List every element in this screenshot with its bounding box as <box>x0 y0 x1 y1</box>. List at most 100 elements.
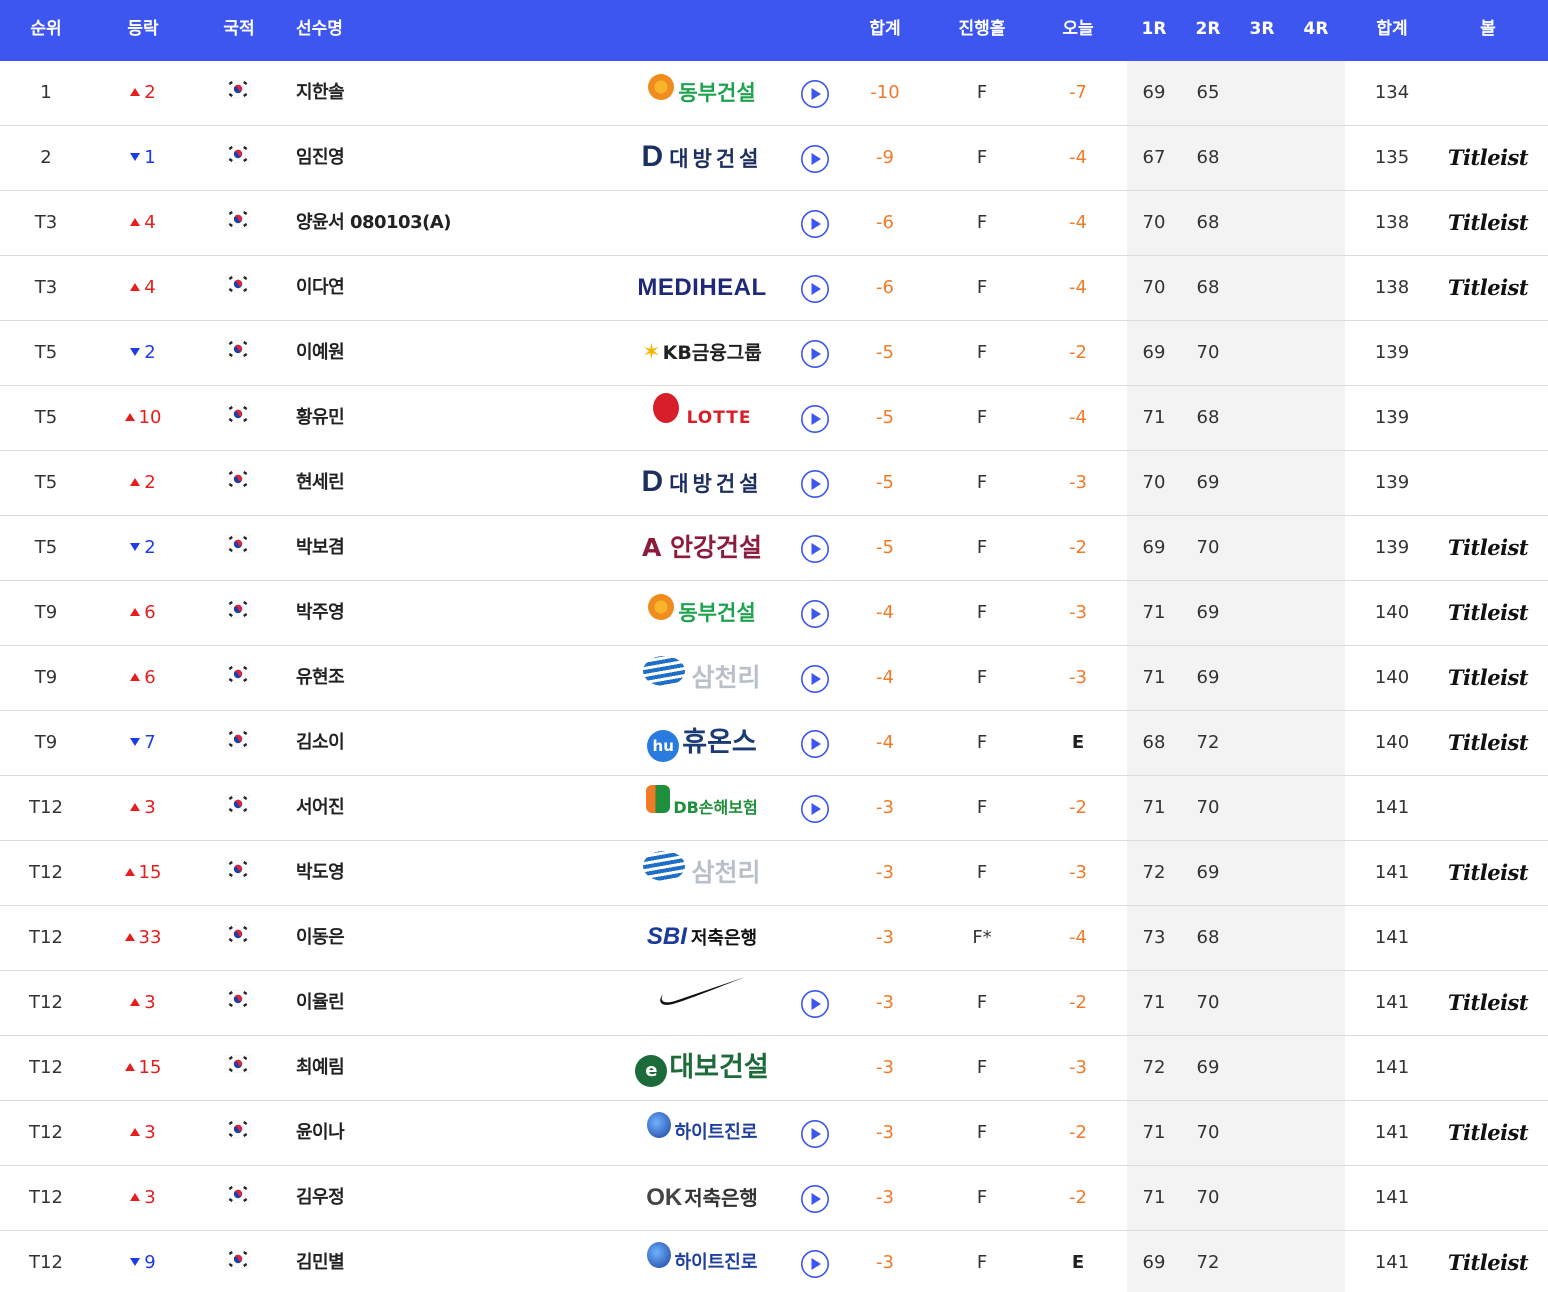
sponsor-logo-orange: 동부건설 <box>612 581 792 645</box>
header-r3[interactable]: 3R <box>1238 0 1286 61</box>
header-r1[interactable]: 1R <box>1130 0 1178 61</box>
play-video-icon[interactable] <box>800 209 830 239</box>
play-video-icon[interactable] <box>800 794 830 824</box>
ball-brand-logo <box>1446 321 1530 385</box>
header-hole[interactable]: 진행홀 <box>942 0 1022 61</box>
player-row[interactable]: T9 6 유현조 삼천리 -4 F -3 71 69 140 Titleist <box>0 646 1548 711</box>
total-strokes: 138 <box>1374 212 1410 233</box>
rank: T3 <box>34 212 58 233</box>
play-video-icon[interactable] <box>800 79 830 109</box>
round-2-score: 68 <box>1196 147 1220 168</box>
today-score: -3 <box>1069 472 1087 493</box>
ball-brand-logo: Titleist <box>1447 860 1529 885</box>
player-row[interactable]: T12 3 김우정 OK 저축은행 -3 F -2 71 70 141 <box>0 1166 1548 1231</box>
rank-change-arrow-icon <box>130 88 141 96</box>
player-name[interactable]: 김민별 <box>296 1231 616 1292</box>
player-row[interactable]: T3 4 양윤서 080103(A) -6 F -4 70 68 138 Tit… <box>0 191 1548 256</box>
player-row[interactable]: T12 3 이율린 -3 F -2 71 70 141 Titleist <box>0 971 1548 1036</box>
round-1-score: 71 <box>1142 797 1166 818</box>
player-name[interactable]: 현세린 <box>296 451 616 515</box>
player-row[interactable]: T12 15 박도영 삼천리 -3 F -3 72 69 141 Titleis… <box>0 841 1548 906</box>
total-to-par: -5 <box>876 342 894 363</box>
header-rank[interactable]: 순위 <box>0 0 92 61</box>
rank-change-value: 2 <box>144 472 156 493</box>
player-row[interactable]: T12 9 김민별 하이트진로 -3 F E 69 72 141 Titleis… <box>0 1231 1548 1292</box>
player-name[interactable]: 최예림 <box>296 1036 616 1100</box>
round-2-score: 72 <box>1196 732 1220 753</box>
player-name[interactable]: 김소이 <box>296 711 616 775</box>
player-row[interactable]: T12 33 이동은 SBI 저축은행 -3 F* -4 73 68 141 <box>0 906 1548 971</box>
player-row[interactable]: T9 7 김소이 hu 휴온스 -4 F E 68 72 140 Titleis… <box>0 711 1548 776</box>
round-2-score: 68 <box>1196 277 1220 298</box>
rank-change: 2 <box>94 321 192 385</box>
header-r4[interactable]: 4R <box>1292 0 1340 61</box>
player-row[interactable]: 1 2 지한솔 동부건설 -10 F -7 69 65 134 <box>0 61 1548 126</box>
rank: T5 <box>34 472 58 493</box>
header-total[interactable]: 합계 <box>845 0 925 61</box>
player-name[interactable]: 이다연 <box>296 256 616 320</box>
play-video-icon[interactable] <box>800 1119 830 1149</box>
sponsor-logo-huons: hu 휴온스 <box>612 711 792 775</box>
player-name[interactable]: 유현조 <box>296 646 616 710</box>
today-score: E <box>1071 1252 1085 1273</box>
total-strokes: 141 <box>1374 1252 1410 1273</box>
play-video-icon[interactable] <box>800 599 830 629</box>
player-name[interactable]: 서어진 <box>296 776 616 840</box>
player-name[interactable]: 양윤서 080103(A) <box>296 191 616 255</box>
player-name[interactable]: 김우정 <box>296 1166 616 1230</box>
play-video-icon[interactable] <box>800 404 830 434</box>
play-video-icon[interactable] <box>800 664 830 694</box>
sponsor-logo-navy: D 대방건설 <box>612 126 792 190</box>
player-row[interactable]: T12 15 최예림 e 대보건설 -3 F -3 72 69 141 <box>0 1036 1548 1101</box>
rank-change: 15 <box>94 1036 192 1100</box>
play-video-icon[interactable] <box>800 729 830 759</box>
player-name[interactable]: 박도영 <box>296 841 616 905</box>
player-name[interactable]: 윤이나 <box>296 1101 616 1165</box>
player-row[interactable]: T5 2 박보겸 A 안강건설 -5 F -2 69 70 139 Titlei… <box>0 516 1548 581</box>
holes-played: F <box>976 732 988 753</box>
total-to-par: -3 <box>876 797 894 818</box>
player-row[interactable]: T5 2 이예원 ✶ KB금융그룹 -5 F -2 69 70 139 <box>0 321 1548 386</box>
holes-played: F <box>976 147 988 168</box>
korea-flag-icon <box>225 924 252 945</box>
header-sum[interactable]: 합계 <box>1352 0 1432 61</box>
holes-played: F <box>976 1122 988 1143</box>
player-row[interactable]: T3 4 이다연 MEDIHEAL -6 F -4 70 68 138 Titl… <box>0 256 1548 321</box>
player-row[interactable]: 2 1 임진영 D 대방건설 -9 F -4 67 68 135 Titleis… <box>0 126 1548 191</box>
play-video-icon[interactable] <box>800 1184 830 1214</box>
player-name[interactable]: 이동은 <box>296 906 616 970</box>
header-today[interactable]: 오늘 <box>1038 0 1118 61</box>
play-video-icon[interactable] <box>800 989 830 1019</box>
sponsor-logo-samch: 삼천리 <box>612 646 792 710</box>
ball-brand-logo <box>1446 386 1530 450</box>
player-name[interactable]: 이율린 <box>296 971 616 1035</box>
player-name[interactable]: 황유민 <box>296 386 616 450</box>
header-r2[interactable]: 2R <box>1184 0 1232 61</box>
header-nation[interactable]: 국적 <box>196 0 282 61</box>
header-change[interactable]: 등락 <box>94 0 192 61</box>
player-name[interactable]: 박주영 <box>296 581 616 645</box>
play-video-icon[interactable] <box>800 469 830 499</box>
player-name[interactable]: 지한솔 <box>296 61 616 125</box>
player-row[interactable]: T9 6 박주영 동부건설 -4 F -3 71 69 140 Titleist <box>0 581 1548 646</box>
play-video-icon[interactable] <box>800 274 830 304</box>
ball-brand-logo <box>1446 776 1530 840</box>
korea-flag-icon <box>225 1054 252 1075</box>
korea-flag-icon <box>225 339 252 360</box>
play-video-icon[interactable] <box>800 339 830 369</box>
rank-change-value: 7 <box>144 732 156 753</box>
total-strokes: 138 <box>1374 277 1410 298</box>
play-video-icon[interactable] <box>800 144 830 174</box>
player-row[interactable]: T5 2 현세린 D 대방건설 -5 F -3 70 69 139 <box>0 451 1548 516</box>
player-row[interactable]: T12 3 윤이나 하이트진로 -3 F -2 71 70 141 Titlei… <box>0 1101 1548 1166</box>
play-video-icon[interactable] <box>800 534 830 564</box>
player-row[interactable]: T12 3 서어진 DB손해보험 -3 F -2 71 70 141 <box>0 776 1548 841</box>
player-name[interactable]: 이예원 <box>296 321 616 385</box>
player-name[interactable]: 박보겸 <box>296 516 616 580</box>
player-row[interactable]: T5 10 황유민 LOTTE -5 F -4 71 68 139 <box>0 386 1548 451</box>
header-player[interactable]: 선수명 <box>296 0 356 61</box>
player-name[interactable]: 임진영 <box>296 126 616 190</box>
round-4-score <box>1292 1166 1340 1230</box>
leaderboard-rows: 1 2 지한솔 동부건설 -10 F -7 69 65 134 2 1 임진영 … <box>0 61 1548 1292</box>
play-video-icon[interactable] <box>800 1249 830 1279</box>
